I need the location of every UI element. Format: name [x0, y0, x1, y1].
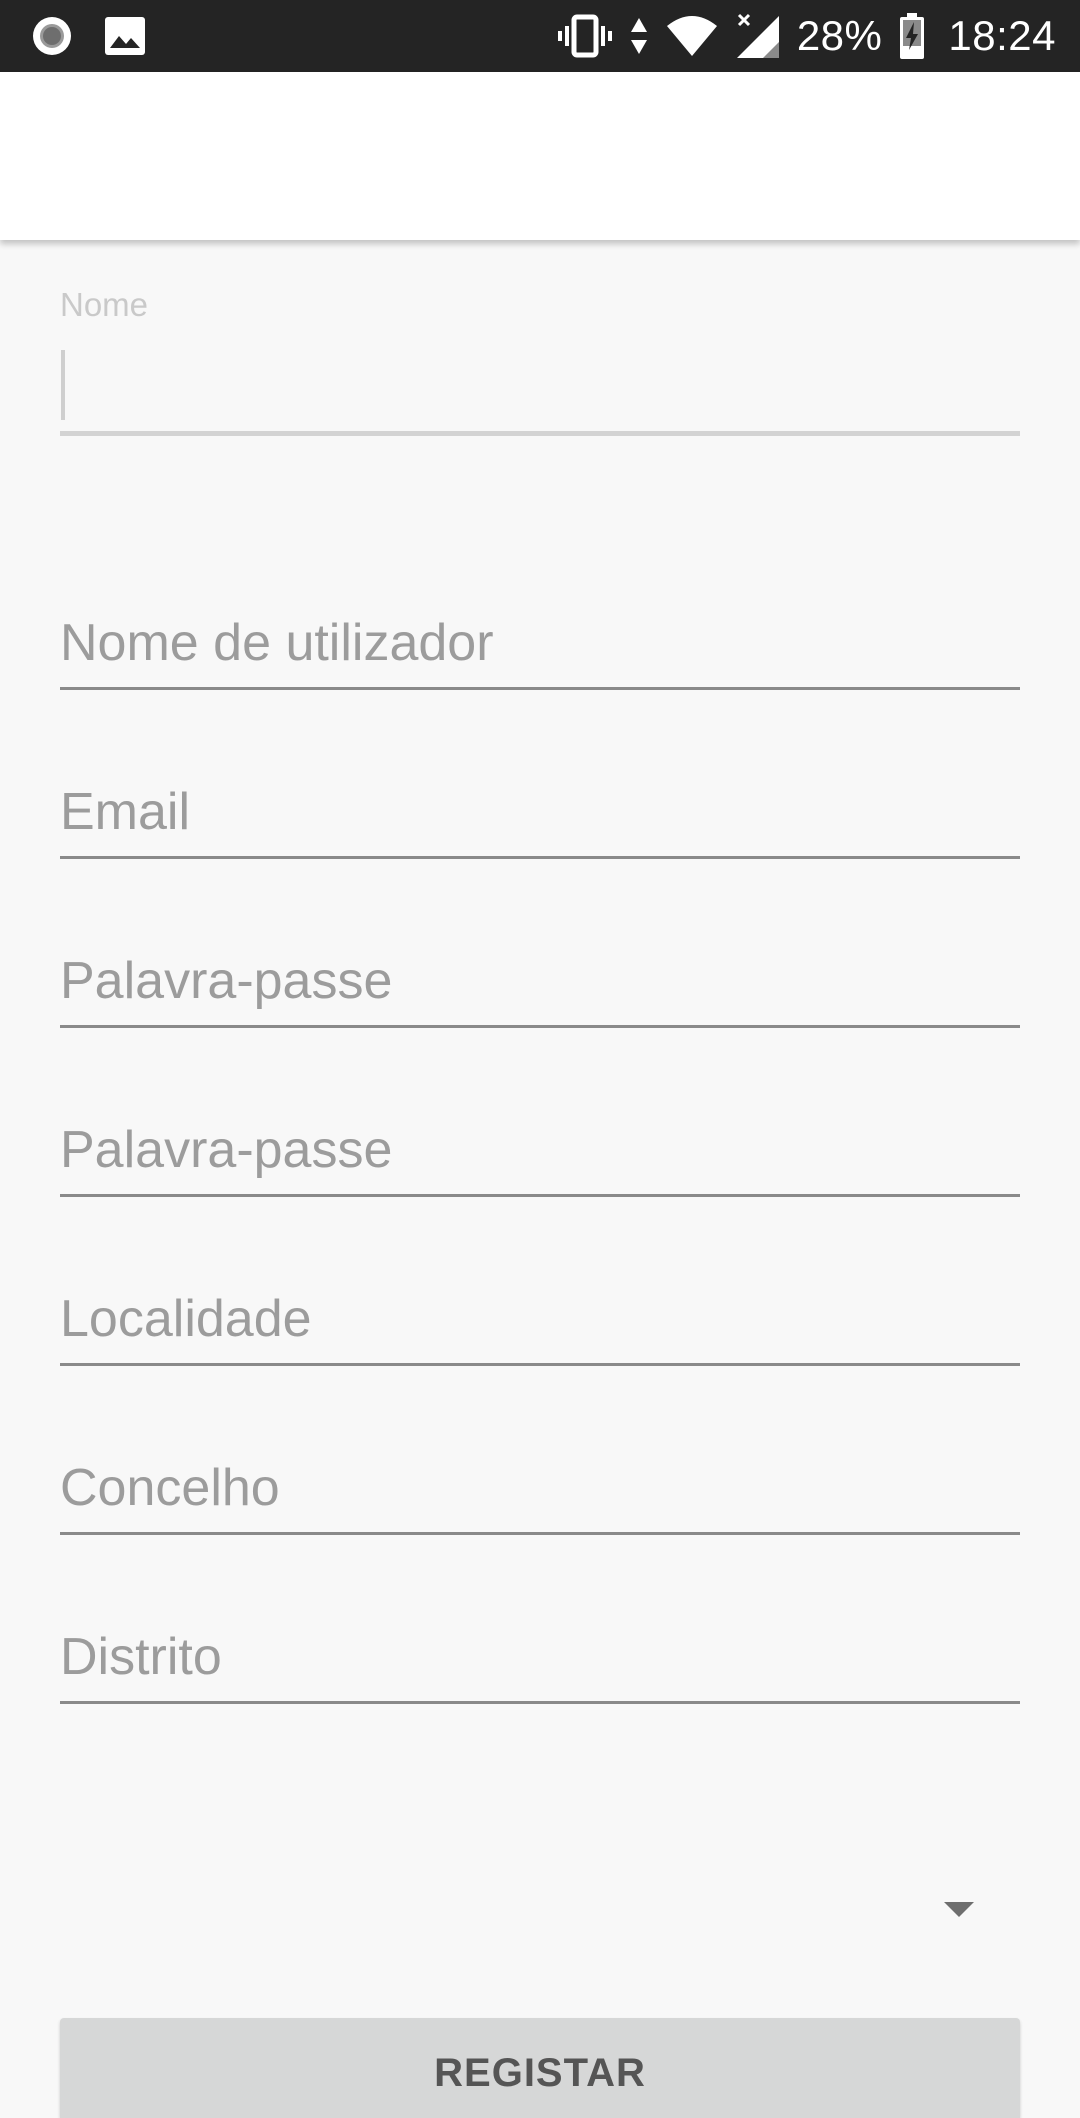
- clock-time: 18:24: [948, 12, 1056, 59]
- confirm-password-field[interactable]: [60, 1107, 1020, 1197]
- app-bar: [0, 72, 1080, 240]
- username-field[interactable]: [60, 600, 1020, 690]
- register-button[interactable]: REGISTAR: [60, 2018, 1020, 2118]
- district-field[interactable]: [60, 1614, 1020, 1704]
- district-input[interactable]: [60, 1627, 1020, 1687]
- wifi-icon: [666, 16, 717, 56]
- nome-text-cursor: [61, 350, 65, 420]
- locality-field[interactable]: [60, 1276, 1020, 1366]
- locality-input[interactable]: [60, 1289, 1020, 1349]
- nome-floating-label: Nome: [60, 286, 149, 323]
- vibrate-icon: [557, 14, 612, 58]
- battery-charging-icon: [900, 13, 925, 59]
- record-icon: [33, 17, 71, 55]
- status-bar-left: [30, 14, 146, 58]
- username-input[interactable]: [60, 613, 1020, 673]
- image-icon: [105, 17, 145, 55]
- nome-field-underline[interactable]: [60, 431, 1020, 436]
- battery-percent: 28%: [796, 12, 883, 59]
- data-arrows-icon: [630, 18, 647, 54]
- status-bar-right: 28% 18:24: [557, 0, 1056, 72]
- password-field[interactable]: [60, 938, 1020, 1028]
- password-input[interactable]: [60, 951, 1020, 1011]
- municipality-field[interactable]: [60, 1445, 1020, 1535]
- confirm-password-input[interactable]: [60, 1120, 1020, 1180]
- status-bar: 28% 18:24: [0, 0, 1080, 72]
- dropdown-arrow-icon[interactable]: [944, 1902, 974, 1917]
- email-field[interactable]: [60, 769, 1020, 859]
- email-input[interactable]: [60, 782, 1020, 842]
- municipality-input[interactable]: [60, 1458, 1020, 1518]
- district-spinner[interactable]: [60, 1876, 1020, 1966]
- signal-icon: [736, 13, 779, 58]
